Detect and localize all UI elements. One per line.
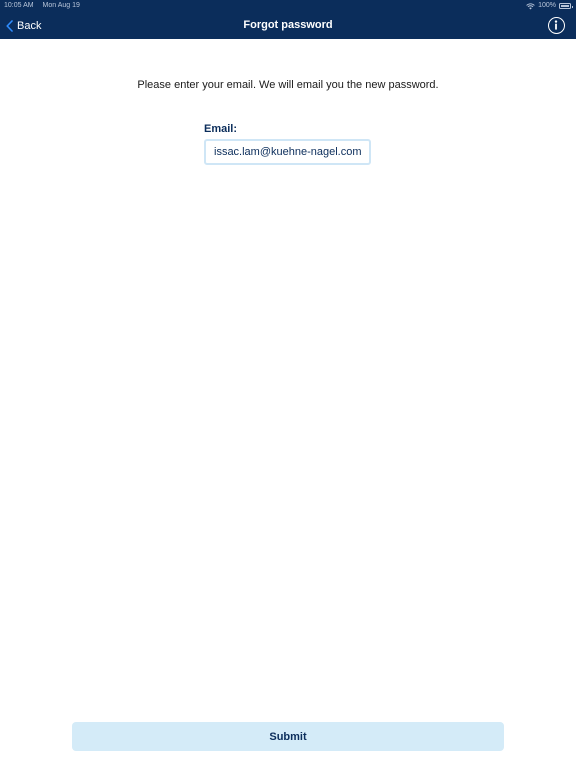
wifi-icon [526, 2, 535, 9]
email-label: Email: [204, 123, 238, 135]
battery-icon [559, 3, 573, 9]
status-time: 10:05 AM [4, 2, 34, 9]
info-button[interactable] [548, 17, 565, 34]
submit-button[interactable]: Submit [72, 722, 504, 751]
status-right: 100% [526, 0, 573, 12]
page-title: Forgot password [243, 19, 333, 31]
navigation-bar: Back Forgot password [0, 12, 576, 39]
status-date: Mon Aug 19 [42, 2, 80, 9]
status-left: 10:05 AM Mon Aug 19 [4, 0, 87, 12]
battery-percent: 100% [538, 2, 556, 9]
instructions-text: Please enter your email. We will email y… [137, 79, 439, 91]
info-icon [554, 20, 558, 30]
email-field[interactable] [204, 139, 371, 165]
status-bar: 10:05 AM Mon Aug 19 100% [0, 0, 576, 12]
